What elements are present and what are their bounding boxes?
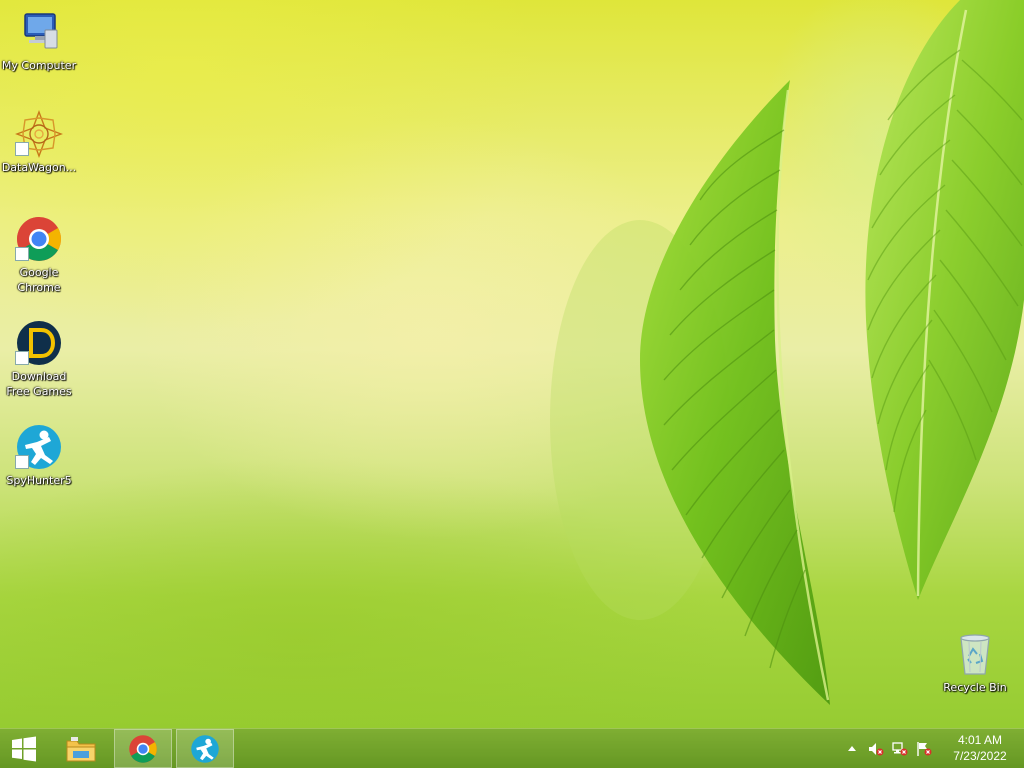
shortcut-arrow-icon — [15, 351, 29, 365]
taskbar-spyhunter-button[interactable] — [176, 729, 234, 768]
taskbar: 4:01 AM 7/23/2022 — [0, 728, 1024, 768]
clock[interactable]: 4:01 AM 7/23/2022 — [950, 732, 1010, 764]
action-center-flag-icon[interactable] — [916, 741, 932, 757]
desktop-icon-label: Recycle Bin — [943, 681, 1007, 694]
file-explorer-icon — [66, 736, 96, 761]
recycle-bin-icon — [951, 630, 999, 678]
windows-logo-icon — [12, 736, 36, 761]
desktop-icon-label: DataWagon... — [1, 161, 77, 174]
download-free-games-icon — [15, 319, 63, 367]
desktop-icon-label: Download Free Games — [6, 370, 72, 398]
desktop-icon-spyhunter5[interactable]: SpyHunter5 — [0, 423, 78, 488]
taskbar-file-explorer-button[interactable] — [52, 729, 110, 768]
computer-icon — [15, 8, 63, 56]
spyhunter-icon — [15, 423, 63, 471]
desktop-icon-label: My Computer — [1, 59, 77, 72]
chrome-icon — [15, 215, 63, 263]
show-hidden-icons-icon[interactable] — [844, 741, 860, 757]
taskbar-chrome-button[interactable] — [114, 729, 172, 768]
volume-muted-icon[interactable] — [868, 741, 884, 757]
desktop-icon-google-chrome[interactable]: Google Chrome — [0, 215, 78, 295]
start-button[interactable] — [0, 729, 48, 768]
shortcut-arrow-icon — [15, 247, 29, 261]
desktop-icon-datawagon[interactable]: DataWagon... — [0, 110, 78, 175]
network-disconnected-icon[interactable] — [892, 741, 908, 757]
shortcut-arrow-icon — [15, 455, 29, 469]
desktop-icon-download-free-games[interactable]: Download Free Games — [0, 319, 78, 399]
desktop-icon-label: SpyHunter5 — [6, 474, 72, 487]
chrome-icon — [129, 734, 157, 763]
system-tray: 4:01 AM 7/23/2022 — [834, 729, 1024, 768]
desktop-icon-recycle-bin[interactable]: Recycle Bin — [936, 630, 1014, 695]
spyhunter-icon — [191, 734, 219, 763]
shortcut-arrow-icon — [15, 142, 29, 156]
wallpaper-leaves — [550, 0, 1024, 705]
clock-date: 7/23/2022 — [953, 749, 1007, 763]
datawagon-icon — [15, 110, 63, 158]
desktop-icon-my-computer[interactable]: My Computer — [0, 8, 78, 73]
desktop[interactable]: My Computer DataWagon... Google Chrome D… — [0, 0, 1024, 728]
desktop-icon-label: Google Chrome — [17, 266, 61, 294]
clock-time: 4:01 AM — [957, 733, 1003, 747]
